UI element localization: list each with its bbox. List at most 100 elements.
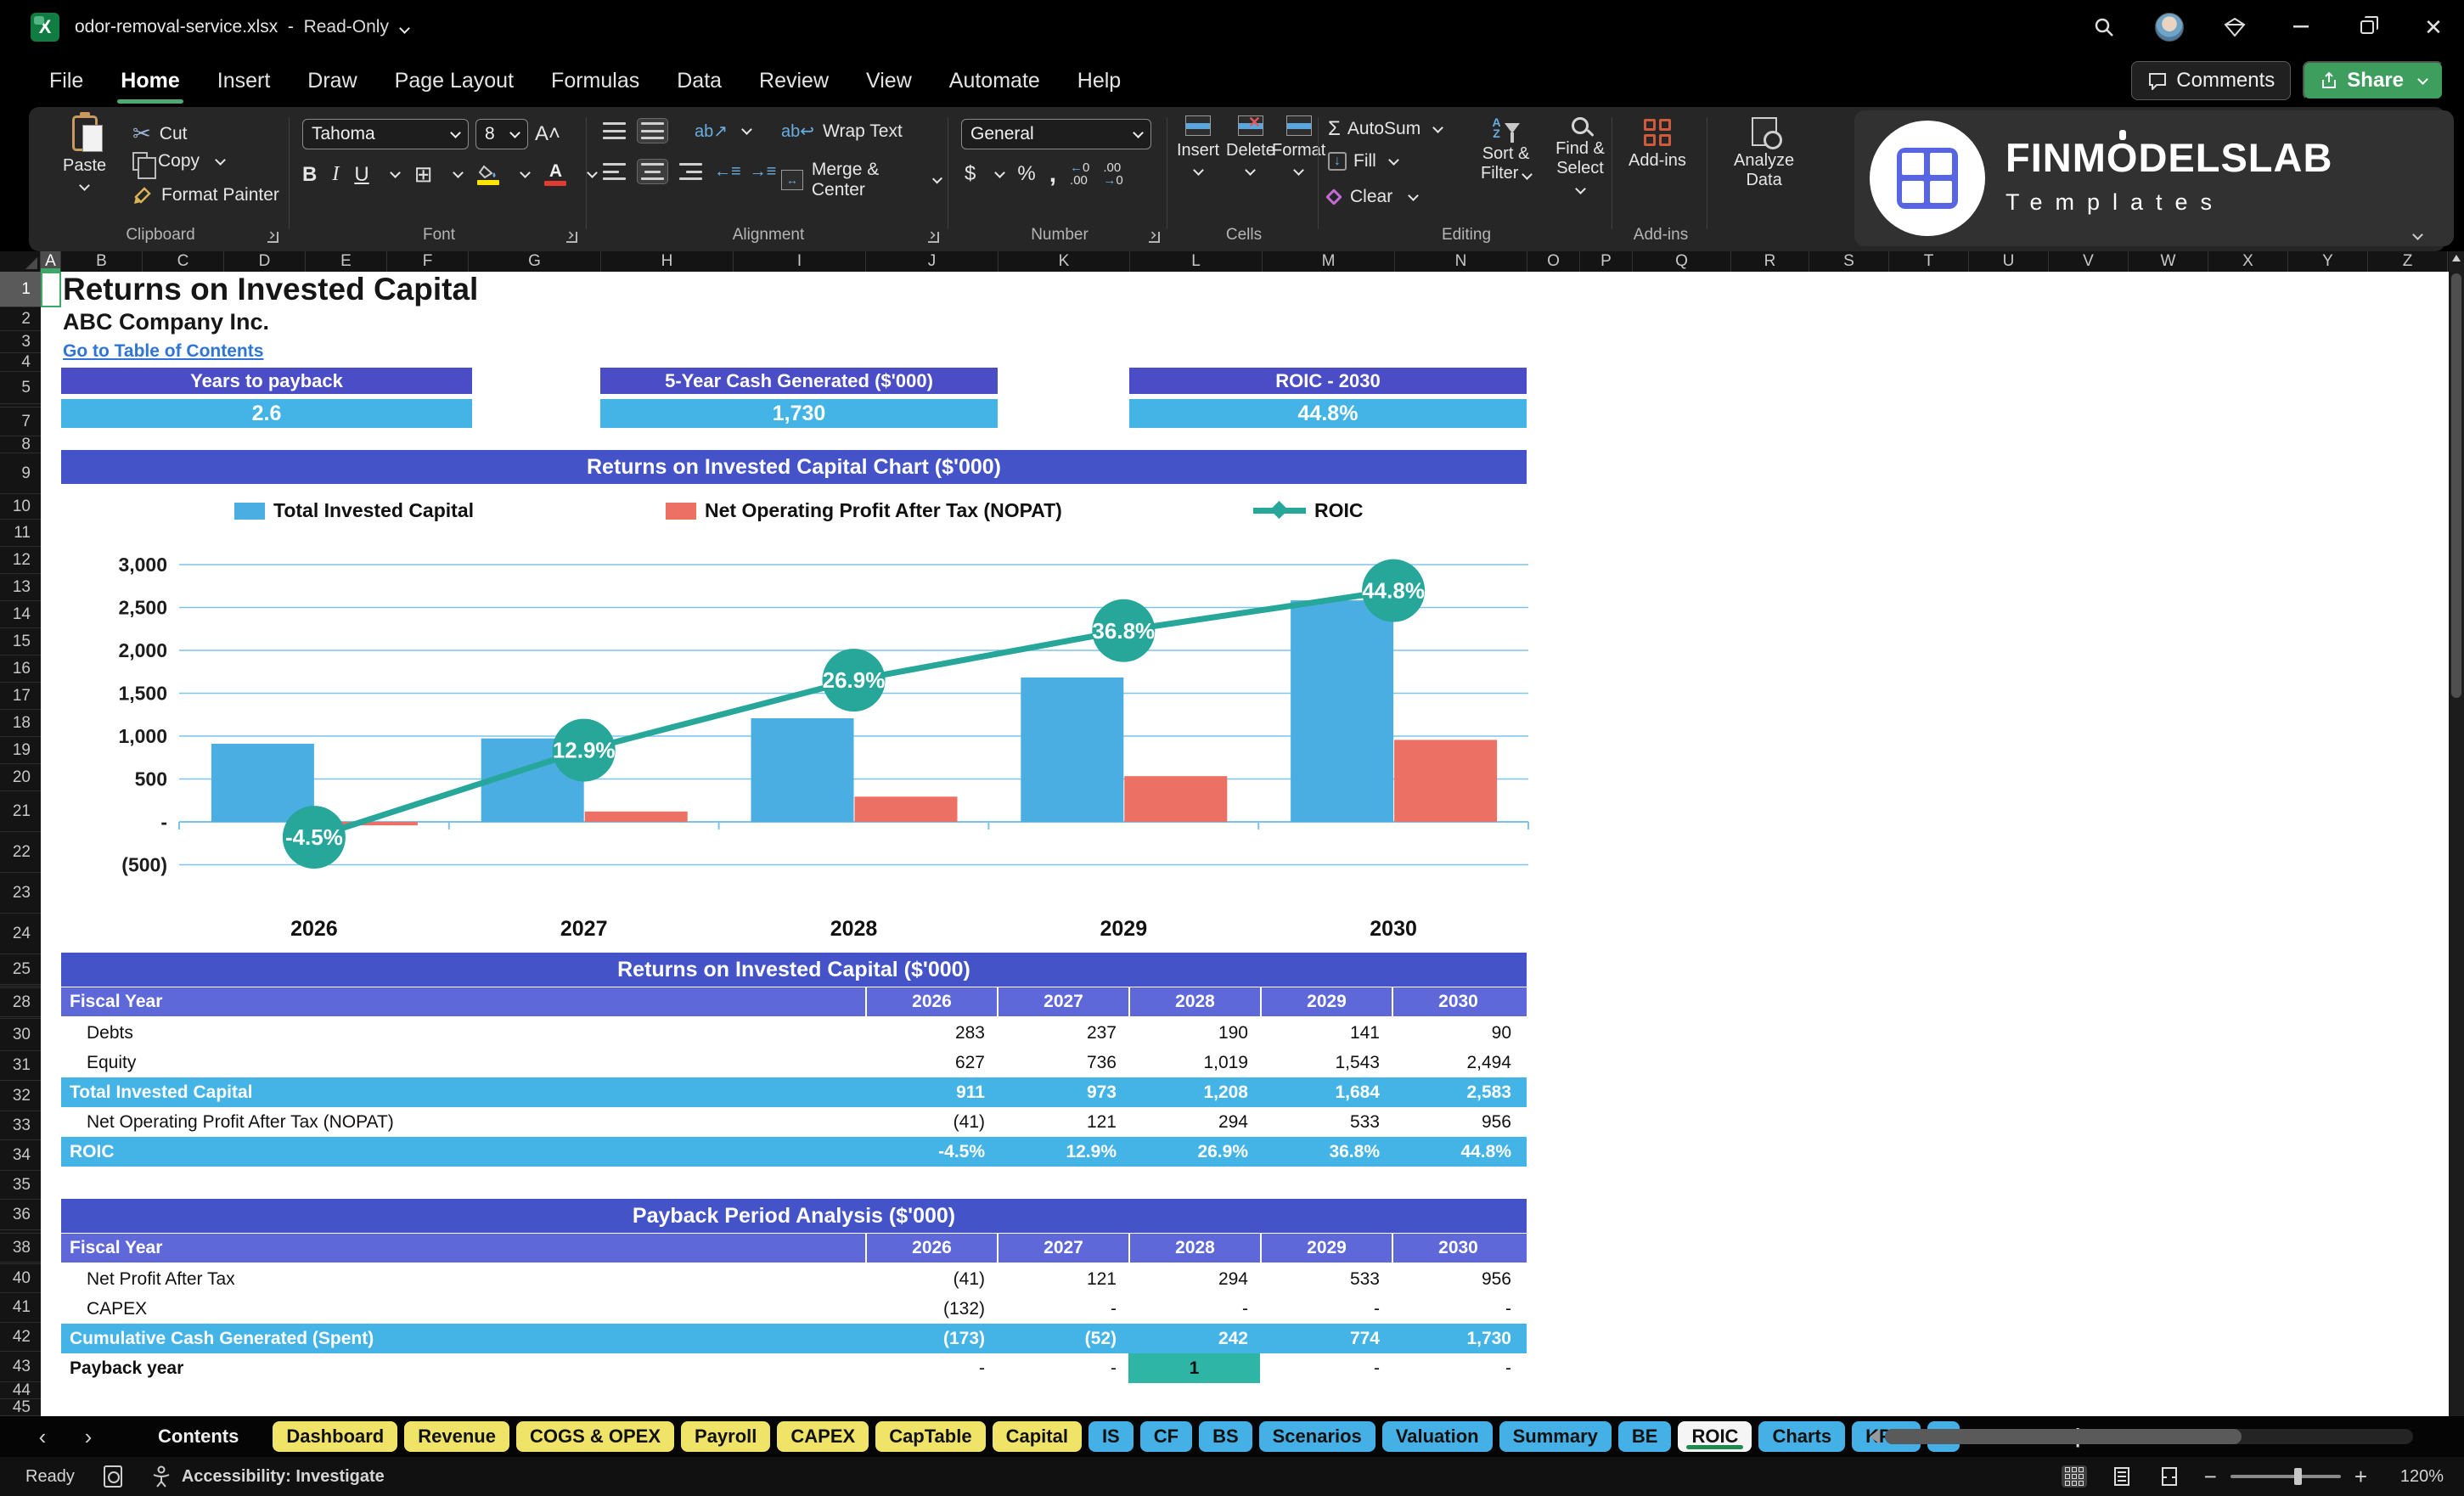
row-header-24[interactable]: 24 [0, 914, 41, 954]
copy-button[interactable]: Copy [132, 151, 226, 179]
row-header-3[interactable]: 3 [0, 331, 41, 353]
alignment-dialog-launcher[interactable] [928, 232, 939, 243]
column-header-W[interactable]: W [2129, 251, 2208, 272]
row-header-32[interactable]: 32 [0, 1081, 41, 1111]
row-header-22[interactable]: 22 [0, 832, 41, 873]
column-header-F[interactable]: F [387, 251, 469, 272]
sheet-tab-summary[interactable]: Summary [1499, 1421, 1612, 1452]
column-header-O[interactable]: O [1527, 251, 1580, 272]
zoom-thumb[interactable] [2294, 1468, 2303, 1485]
row-label[interactable]: Equity [61, 1048, 865, 1077]
row-header-19[interactable]: 19 [0, 737, 41, 764]
row-header-16[interactable]: 16 [0, 655, 41, 683]
zoom-percentage[interactable]: 120% [2389, 1467, 2444, 1487]
sheet-tab-valuation[interactable]: Valuation [1381, 1421, 1493, 1452]
page-layout-view-button[interactable] [2109, 1465, 2135, 1488]
value-cell[interactable]: (173) [865, 1324, 997, 1353]
row-header-4[interactable]: 4 [0, 353, 41, 372]
sheet-tab-payroll[interactable]: Payroll [681, 1421, 771, 1452]
value-cell[interactable]: 2,494 [1392, 1048, 1523, 1077]
value-cell[interactable]: (132) [865, 1294, 997, 1324]
vertical-scrollbar[interactable] [2449, 251, 2464, 1416]
column-header-P[interactable]: P [1580, 251, 1633, 272]
sheet-tab-cogs-opex[interactable]: COGS & OPEX [515, 1421, 675, 1452]
year-header[interactable]: 2030 [1392, 1234, 1523, 1263]
sort-filter-button[interactable]: AZ Sort & Filter [1481, 116, 1533, 183]
sheet-tab-captable[interactable]: CapTable [875, 1421, 986, 1452]
column-header-R[interactable]: R [1731, 251, 1809, 272]
row-header-34[interactable]: 34 [0, 1140, 41, 1171]
value-cell[interactable]: 283 [865, 1018, 997, 1048]
comments-button[interactable]: Comments [2131, 61, 2292, 100]
column-header-D[interactable]: D [224, 251, 306, 272]
sheet-tab-is[interactable]: IS [1088, 1421, 1134, 1452]
clear-button[interactable]: Clear [1325, 187, 1420, 207]
align-left-button[interactable] [599, 160, 629, 183]
row-header-38[interactable]: 38 [0, 1234, 41, 1263]
row-header-12[interactable]: 12 [0, 547, 41, 574]
column-header-Z[interactable]: Z [2368, 251, 2448, 272]
column-header-J[interactable]: J [866, 251, 999, 272]
row-header-18[interactable]: 18 [0, 710, 41, 737]
orientation-button[interactable]: ab↗ [695, 121, 728, 142]
underline-button[interactable]: U [354, 163, 368, 187]
row-header-1[interactable]: 1 [0, 272, 41, 307]
year-header[interactable]: 2029 [1260, 1234, 1392, 1263]
italic-button[interactable]: I [332, 163, 339, 186]
sheet-tab-capital[interactable]: Capital [992, 1421, 1082, 1452]
row-header-10[interactable]: 10 [0, 494, 41, 520]
row-label[interactable]: Payback year [61, 1353, 865, 1383]
column-header-S[interactable]: S [1809, 251, 1889, 272]
ribbon-tab-page-layout[interactable]: Page Layout [393, 64, 515, 98]
scroll-left-arrow-icon[interactable] [1870, 1429, 1880, 1444]
scroll-up-arrow-icon[interactable] [2452, 255, 2461, 262]
row-header-23[interactable]: 23 [0, 873, 41, 914]
zoom-out-button[interactable]: − [2204, 1465, 2217, 1488]
font-size-select[interactable]: 8 [475, 119, 528, 149]
row-header-41[interactable]: 41 [0, 1293, 41, 1323]
value-cell[interactable]: 533 [1260, 1264, 1392, 1294]
value-cell[interactable]: 1,019 [1128, 1048, 1260, 1077]
premium-diamond-icon[interactable] [2219, 12, 2250, 42]
increase-indent-button[interactable]: →≡ [750, 162, 777, 182]
comma-style-button[interactable]: , [1049, 161, 1056, 187]
value-cell[interactable]: 121 [997, 1107, 1128, 1137]
value-cell[interactable]: 736 [997, 1048, 1128, 1077]
value-cell[interactable]: 12.9% [997, 1137, 1128, 1167]
font-color-button[interactable]: A [544, 162, 567, 186]
year-header[interactable]: 2029 [1260, 987, 1392, 1016]
value-cell[interactable]: 956 [1392, 1107, 1523, 1137]
column-header-T[interactable]: T [1889, 251, 1969, 272]
value-cell[interactable]: 294 [1128, 1107, 1260, 1137]
horizontal-scrollbar[interactable] [1870, 1426, 2413, 1447]
value-cell[interactable]: - [1392, 1353, 1523, 1383]
row-header-40[interactable]: 40 [0, 1264, 41, 1293]
value-cell[interactable]: 2,583 [1392, 1077, 1523, 1107]
close-button[interactable]: ✕ [2418, 12, 2449, 42]
value-cell[interactable]: 237 [997, 1018, 1128, 1048]
value-cell[interactable]: 294 [1128, 1264, 1260, 1294]
zoom-slider[interactable]: − + [2204, 1465, 2367, 1488]
font-name-select[interactable]: Tahoma [302, 119, 469, 149]
row-label[interactable]: CAPEX [61, 1294, 865, 1324]
align-right-button[interactable] [676, 160, 706, 183]
ribbon-tab-data[interactable]: Data [675, 64, 723, 98]
value-cell[interactable]: 1 [1128, 1353, 1260, 1383]
value-cell[interactable]: 627 [865, 1048, 997, 1077]
horizontal-scroll-thumb[interactable] [1885, 1429, 2242, 1444]
ribbon-tab-home[interactable]: Home [117, 64, 184, 104]
share-button[interactable]: Share [2303, 61, 2444, 100]
value-cell[interactable]: (41) [865, 1107, 997, 1137]
value-cell[interactable]: 121 [997, 1264, 1128, 1294]
year-header[interactable]: 2027 [997, 987, 1128, 1016]
row-label[interactable]: Debts [61, 1018, 865, 1048]
user-avatar[interactable] [2155, 13, 2184, 42]
merge-center-button[interactable]: ↔ Merge & Center [781, 160, 943, 200]
column-header-Y[interactable]: Y [2288, 251, 2368, 272]
row-header-5[interactable]: 5 [0, 372, 41, 404]
row-label[interactable]: Net Profit After Tax [61, 1264, 865, 1294]
ribbon-tab-view[interactable]: View [864, 64, 914, 98]
increase-decimal-button[interactable]: ←0.00 [1070, 161, 1089, 187]
year-header[interactable]: 2028 [1128, 987, 1260, 1016]
ribbon-tab-automate[interactable]: Automate [948, 64, 1042, 98]
